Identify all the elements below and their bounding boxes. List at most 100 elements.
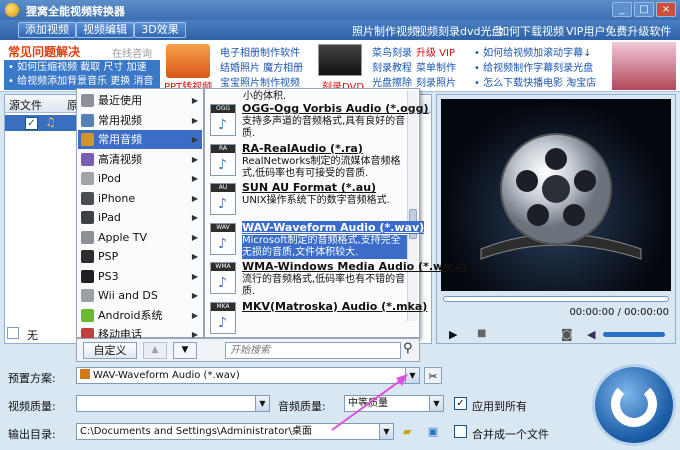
volume-icon[interactable]: ◀ bbox=[587, 328, 595, 341]
format-scrollbar[interactable] bbox=[407, 91, 417, 321]
category-item[interactable]: iPod ▶ bbox=[78, 169, 202, 188]
format-description: 流行的音频格式,低码率也有不错的音质. bbox=[242, 274, 406, 297]
online-consult-link[interactable]: 在线咨询 bbox=[112, 45, 152, 60]
ad-link-download[interactable]: • 怎么下载快播电影 淘宝店 bbox=[474, 74, 596, 89]
seek-bar[interactable] bbox=[443, 296, 669, 302]
category-item[interactable]: Wii and DS ▶ bbox=[78, 286, 202, 305]
dvd-icon[interactable] bbox=[318, 44, 362, 76]
add-video-button[interactable]: 添加视频 bbox=[18, 22, 76, 38]
preset-value: WAV-Waveform Audio (*.wav) bbox=[93, 370, 240, 381]
close-button[interactable]: × bbox=[656, 2, 676, 17]
format-item[interactable]: WAV ♪ WAV-Waveform Audio (*.wav) Microsoft制… bbox=[207, 220, 425, 260]
faq-title[interactable]: 常见问题解决 bbox=[8, 43, 80, 60]
format-tag: RA bbox=[211, 144, 235, 153]
format-item[interactable]: RA ♪ RA-RealAudio (*.ra) RealNetworks制定的流媒体… bbox=[207, 141, 405, 181]
format-item[interactable]: OGG ♪ OGG-Ogg Vorbis Audio (*.ogg) 支持多声道的音频… bbox=[207, 101, 428, 141]
convert-button[interactable] bbox=[592, 364, 676, 446]
category-item[interactable]: PS3 ▶ bbox=[78, 267, 202, 286]
effect-3d-button[interactable]: 3D效果 bbox=[134, 22, 186, 38]
faq-link-music[interactable]: • 给视频添加背景音乐 更换 消音 bbox=[8, 75, 156, 89]
category-icon bbox=[81, 152, 94, 166]
category-label: 最近使用 bbox=[98, 94, 142, 107]
column-source-file[interactable]: 源文件 bbox=[9, 97, 42, 113]
category-icon bbox=[81, 94, 94, 107]
format-search-input[interactable] bbox=[225, 342, 401, 359]
chevron-down-icon[interactable]: ▼ bbox=[255, 396, 269, 411]
apply-all-label: 应用到所有 bbox=[472, 400, 527, 413]
category-item[interactable]: Android系统 ▶ bbox=[78, 306, 202, 325]
annotation-arrow bbox=[331, 374, 408, 431]
volume-slider[interactable] bbox=[603, 332, 665, 337]
chevron-right-icon: ▶ bbox=[191, 291, 198, 300]
category-label: 常用视频 bbox=[98, 113, 142, 127]
format-tag: OGG bbox=[211, 105, 235, 113]
video-quality-select[interactable]: ▼ bbox=[76, 395, 270, 412]
music-note-icon: ♪ bbox=[218, 117, 227, 133]
chevron-right-icon: ▶ bbox=[191, 154, 198, 164]
preview-panel: 00:00:00 / 00:00:00 ▶ ■ ◙ ◀ bbox=[436, 94, 676, 344]
ad-link-burn-newbie[interactable]: 菜鸟刻录 bbox=[372, 44, 412, 59]
maximize-button[interactable]: □ bbox=[634, 2, 654, 17]
open-folder-icon[interactable]: ▣ bbox=[424, 423, 442, 440]
download-video-link[interactable]: 如何下载视频 bbox=[498, 23, 564, 39]
burn-dvd-link[interactable]: 视频刻录dvd光盘 bbox=[416, 23, 502, 39]
ad-link-burn-tutorial[interactable]: 刻录教程 bbox=[372, 59, 412, 74]
photo-to-video-link[interactable]: 照片制作视频 bbox=[352, 23, 418, 39]
category-label: Android系统 bbox=[98, 308, 163, 322]
preset-settings-icon[interactable]: ✂ bbox=[424, 367, 442, 384]
category-item[interactable]: Apple TV ▶ bbox=[78, 228, 202, 247]
video-preview-screen bbox=[441, 99, 671, 291]
ad-link-subtitle[interactable]: • 如何给视频加滚动字幕↓ bbox=[474, 44, 591, 59]
ad-link-burn-photo[interactable]: 刻录照片 bbox=[416, 74, 456, 89]
custom-button[interactable]: 自定义 bbox=[83, 342, 137, 359]
ad-banner-image[interactable] bbox=[612, 42, 676, 90]
merge-checkbox[interactable] bbox=[454, 425, 467, 438]
chevron-down-icon[interactable]: ▼ bbox=[429, 396, 443, 411]
camera-icon[interactable]: ◙ bbox=[561, 327, 573, 341]
category-menu: 最近使用 ▶ 常用视频 ▶ 常用音频 ▶ 高清视频 ▶ iPod ▶ iPhone ▶ iPad ▶ App… bbox=[76, 88, 204, 341]
file-row[interactable]: ✓ ♫ bbox=[5, 115, 85, 131]
ad-link-menu[interactable]: 菜单制作 bbox=[416, 59, 456, 74]
minimize-button[interactable]: _ bbox=[612, 2, 632, 17]
ad-link-vip[interactable]: 升级 VIP bbox=[416, 44, 455, 59]
subtitle-value[interactable]: 无 bbox=[27, 327, 38, 343]
format-tag: MKA bbox=[211, 302, 235, 311]
category-item[interactable]: iPhone ▶ bbox=[78, 189, 202, 208]
category-label: iPhone bbox=[98, 191, 136, 205]
chevron-right-icon: ▶ bbox=[191, 96, 198, 105]
ad-link-subtitle-burn[interactable]: • 给视频制作字幕刻录光盘 bbox=[474, 59, 593, 74]
format-menu-footer: 自定义 ▲ ▼ ⚲ bbox=[76, 338, 420, 362]
category-item[interactable]: 常用音频 ▶ bbox=[78, 130, 202, 149]
category-label: 高清视频 bbox=[98, 152, 142, 166]
format-title: WAV-Waveform Audio (*.wav) bbox=[242, 220, 425, 234]
category-item[interactable]: 常用视频 ▶ bbox=[78, 111, 202, 130]
category-item[interactable]: iPad ▶ bbox=[78, 208, 202, 227]
ad-link-wedding[interactable]: 结婚照片 魔方相册 bbox=[220, 59, 303, 74]
edit-video-button[interactable]: 视频编辑 bbox=[76, 22, 134, 38]
ad-link-album[interactable]: 电子相册制作软件 bbox=[220, 44, 300, 59]
format-tag: WMA bbox=[211, 263, 235, 271]
chevron-right-icon: ▶ bbox=[191, 135, 198, 144]
format-item[interactable]: AU ♪ SUN AU Format (*.au) UNIX操作系统下的数字音频格式. bbox=[207, 180, 405, 220]
category-item[interactable]: PSP ▶ bbox=[78, 247, 202, 266]
preset-label: 预置方案: bbox=[8, 372, 56, 385]
ppt-icon[interactable] bbox=[166, 44, 210, 78]
format-item[interactable]: WMA ♪ WMA-Windows Media Audio (*.wma) 流行的音频… bbox=[207, 259, 467, 299]
file-row-checkbox[interactable]: ✓ bbox=[25, 117, 38, 130]
music-note-icon: ♪ bbox=[218, 196, 227, 212]
audio-file-icon: OGG ♪ bbox=[210, 104, 236, 136]
faq-link-compress[interactable]: • 如何压缩视频 截取 尺寸 加速 bbox=[8, 61, 156, 75]
play-icon[interactable]: ▶ bbox=[449, 328, 457, 341]
move-down-button[interactable]: ▼ bbox=[173, 342, 197, 359]
category-item[interactable]: 高清视频 ▶ bbox=[78, 150, 202, 169]
category-item[interactable]: 最近使用 ▶ bbox=[78, 91, 202, 110]
category-icon bbox=[81, 172, 94, 185]
search-icon[interactable]: ⚲ bbox=[403, 341, 413, 356]
format-item[interactable]: MKA ♪ MKV(Matroska) Audio (*.mka) bbox=[207, 299, 427, 339]
app-icon bbox=[5, 3, 19, 17]
stop-icon[interactable]: ■ bbox=[477, 328, 486, 339]
ad-link-erase[interactable]: 光盘擦除 bbox=[372, 74, 412, 89]
vip-upgrade-link[interactable]: VIP用户免费升级软件 bbox=[566, 23, 671, 39]
apply-all-checkbox[interactable]: ✓ bbox=[454, 397, 467, 410]
move-up-button[interactable]: ▲ bbox=[143, 342, 167, 359]
